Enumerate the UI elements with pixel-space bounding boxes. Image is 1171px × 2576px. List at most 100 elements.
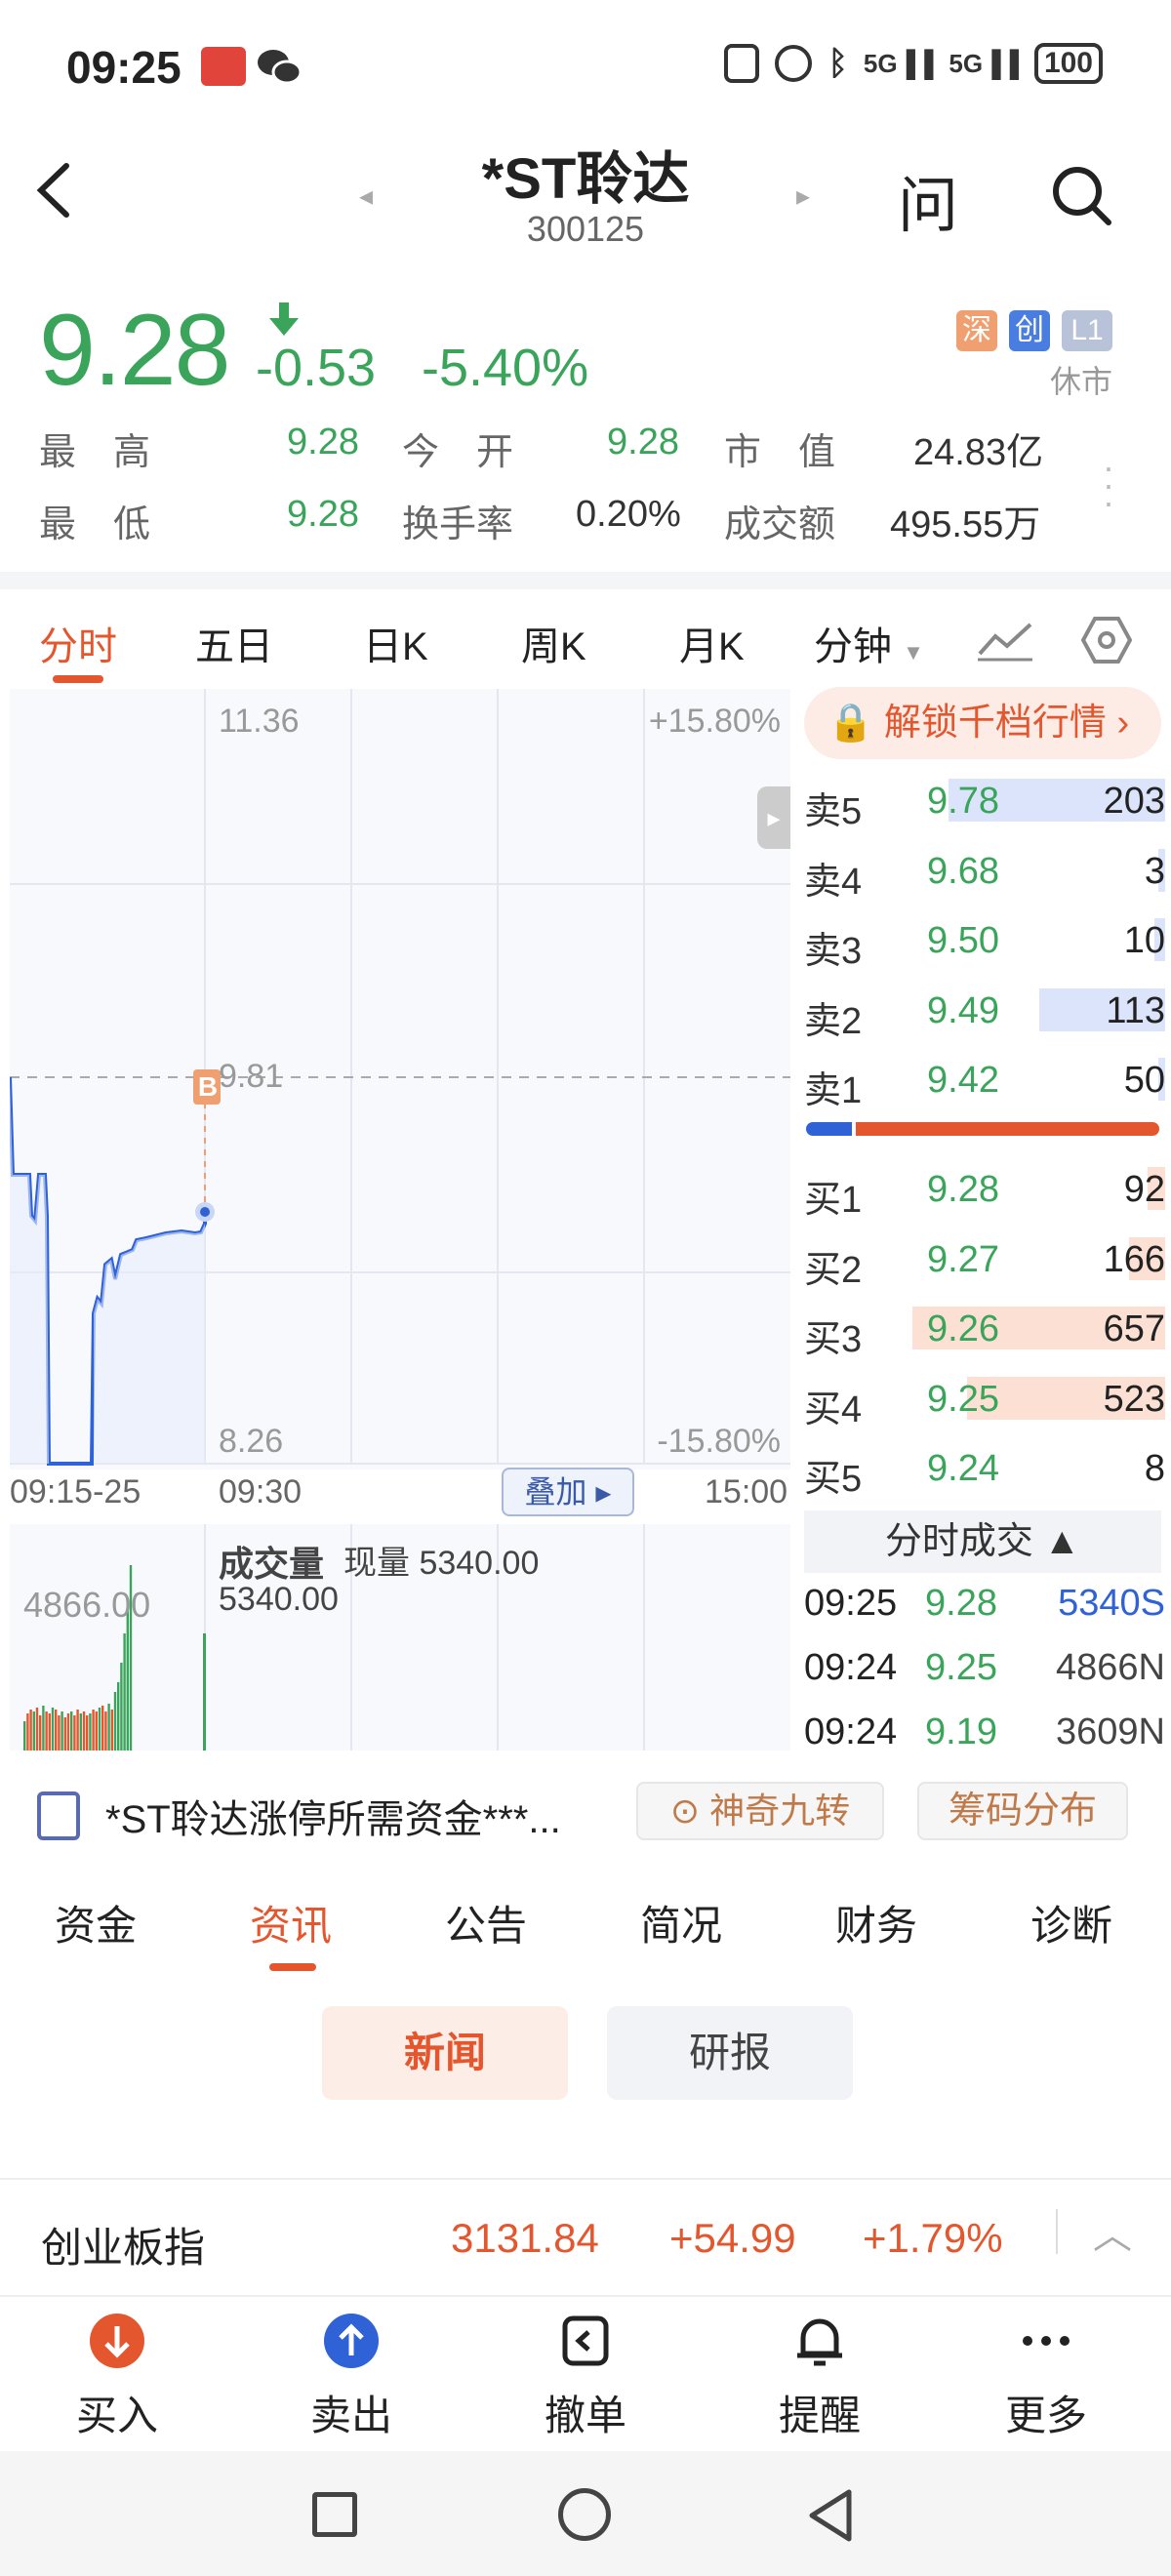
chart-tab-indicator [53, 675, 103, 683]
back-nav-icon[interactable] [806, 2488, 855, 2548]
bid-row[interactable]: 买3 9.26 657 [804, 1299, 1165, 1360]
index-name: 创业板指 [41, 2225, 206, 2271]
stat-value-mktcap: 24.83亿 [913, 432, 1044, 473]
stat-value-open: 9.28 [607, 422, 679, 463]
tab-five-day[interactable]: 五日 [195, 615, 273, 671]
volume-bar [126, 1604, 129, 1751]
bid-price: 9.25 [927, 1378, 999, 1420]
bid-row[interactable]: 买4 9.25 523 [804, 1369, 1165, 1430]
volume-bar [61, 1711, 63, 1751]
bid-price: 9.28 [927, 1169, 999, 1210]
tab-announcements[interactable]: 公告 [445, 1893, 527, 1952]
volume-bar [55, 1710, 58, 1751]
overlay-button-label: 叠加 [524, 1474, 587, 1509]
expand-handle-icon[interactable]: ▸ [757, 786, 790, 849]
chip-distribution-button[interactable]: 筹码分布 [917, 1782, 1128, 1840]
buy-button[interactable]: 买入 [39, 2311, 195, 2442]
bid-label: 买3 [804, 1319, 863, 1361]
sell-button[interactable]: 卖出 [273, 2311, 429, 2442]
more-stats-icon[interactable]: · · · [1103, 450, 1114, 520]
news-ticker[interactable]: *ST聆达涨停所需资金***... ⊙ 神奇九转 筹码分布 [0, 1762, 1171, 1860]
ask-price: 9.42 [927, 1060, 999, 1102]
unlock-depth-button[interactable]: 🔒 解锁千档行情 › [804, 687, 1161, 759]
status-time: 09:25 [66, 42, 182, 93]
home-icon[interactable] [558, 2488, 611, 2541]
search-icon[interactable] [1050, 164, 1114, 233]
ask-row[interactable]: 卖2 9.49 113 [804, 981, 1165, 1042]
volume-bar [51, 1708, 55, 1751]
alert-button[interactable]: 提醒 [742, 2311, 898, 2442]
volume-bar [58, 1715, 61, 1751]
stat-label-high: 最 高 [39, 432, 151, 473]
volume-bar [82, 1711, 86, 1751]
more-label: 更多 [1004, 2393, 1087, 2438]
bid-price: 9.27 [927, 1238, 999, 1280]
bid-qty: 657 [1103, 1308, 1165, 1350]
cancel-order-button[interactable]: 撤单 [507, 2311, 664, 2442]
volume-bar [107, 1704, 110, 1751]
tab-daily-k[interactable]: 日K [363, 615, 428, 671]
chart-tabs: 分时 五日 日K 周K 月K 分钟 ▼ [0, 605, 1171, 683]
bid-row[interactable]: 买2 9.27 166 [804, 1229, 1165, 1291]
subtab-news[interactable]: 新闻 [322, 2006, 568, 2100]
tab-monthly-k[interactable]: 月K [679, 615, 745, 671]
tick-trades-header[interactable]: 分时成交 ▲ [804, 1510, 1161, 1573]
tick-volume: 3609N [1056, 1711, 1165, 1752]
level1-badge[interactable]: L1 [1062, 310, 1112, 351]
tab-minute[interactable]: 分钟 ▼ [814, 615, 924, 671]
stat-label-turnover: 换手率 [402, 504, 514, 545]
y-axis-bottom: 8.26 [219, 1423, 284, 1460]
ask-row[interactable]: 卖3 9.50 10 [804, 910, 1165, 972]
tab-weekly-k[interactable]: 周K [521, 615, 586, 671]
current-price: 9.28 [39, 294, 230, 407]
tick-header-label: 分时成交 [884, 1521, 1033, 1562]
ask-label: 卖4 [804, 861, 863, 903]
chart-settings-icon[interactable] [1080, 615, 1133, 670]
volume-bar [120, 1663, 123, 1751]
intraday-chart[interactable]: B 11.36 9.81 8.26 +15.80% -15.80% ▸ [8, 689, 790, 1469]
tab-profile[interactable]: 简况 [640, 1893, 722, 1952]
tab-finance[interactable]: 财务 [835, 1893, 917, 1952]
volume-chart[interactable]: 成交量 现量 5340.00 5340.00 4866.00 [10, 1524, 790, 1751]
last-price-dot [200, 1207, 210, 1217]
tab-intraday[interactable]: 分时 [39, 615, 117, 671]
tab-diagnosis[interactable]: 诊断 [1030, 1893, 1112, 1952]
stat-label-low: 最 低 [39, 504, 151, 545]
index-value: 3131.84 [451, 2215, 599, 2261]
system-nav-bar [0, 2451, 1171, 2576]
volume-now: 现量 5340.00 [343, 1545, 540, 1582]
ask-qty: 113 [1106, 989, 1165, 1031]
ask-label: 卖2 [804, 1000, 863, 1042]
tick-price: 9.28 [925, 1583, 997, 1624]
ask-row[interactable]: 卖4 9.68 3 [804, 841, 1165, 903]
volume-bar [35, 1708, 39, 1751]
index-bar[interactable]: 创业板指 3131.84 +54.99 +1.79% ︿ [0, 2178, 1171, 2295]
ask-row[interactable]: 卖1 9.42 50 [804, 1050, 1165, 1111]
bid-row[interactable]: 买1 9.28 92 [804, 1159, 1165, 1221]
volume-bar [98, 1708, 101, 1751]
tab-funds[interactable]: 资金 [55, 1893, 137, 1952]
drawing-tool-icon[interactable] [976, 619, 1034, 666]
volume-bar [45, 1711, 48, 1751]
bid-label: 买4 [804, 1389, 863, 1430]
more-button[interactable]: 更多 [968, 2311, 1124, 2442]
ask-button[interactable]: 问 [898, 156, 958, 244]
tick-row: 09:24 9.25 4866N [804, 1647, 1165, 1706]
bid-ask-ratio-bar [806, 1122, 1159, 1136]
tab-news-info[interactable]: 资讯 [250, 1893, 332, 1952]
check-circle-icon: ⊙ [669, 1791, 701, 1831]
next-stock-arrow-icon[interactable]: ▸ [796, 180, 810, 212]
bell-icon [789, 2311, 850, 2371]
volume-bar [63, 1717, 66, 1751]
chevron-up-icon[interactable]: ︿ [1093, 2203, 1132, 2260]
lock-icon: 🔒 [828, 703, 874, 744]
news-ticker-text[interactable]: *ST聆达涨停所需资金***... [105, 1788, 561, 1844]
magic-nine-button[interactable]: ⊙ 神奇九转 [636, 1782, 884, 1840]
bid-row[interactable]: 买5 9.24 8 [804, 1438, 1165, 1500]
recent-apps-icon[interactable] [312, 2492, 357, 2537]
overlay-button[interactable]: 叠加 ▸ [502, 1468, 634, 1516]
ask-row[interactable]: 卖5 9.78 203 [804, 771, 1165, 832]
volume-bar [32, 1711, 35, 1751]
subtab-research[interactable]: 研报 [607, 2006, 853, 2100]
index-divider [1056, 2209, 1058, 2254]
